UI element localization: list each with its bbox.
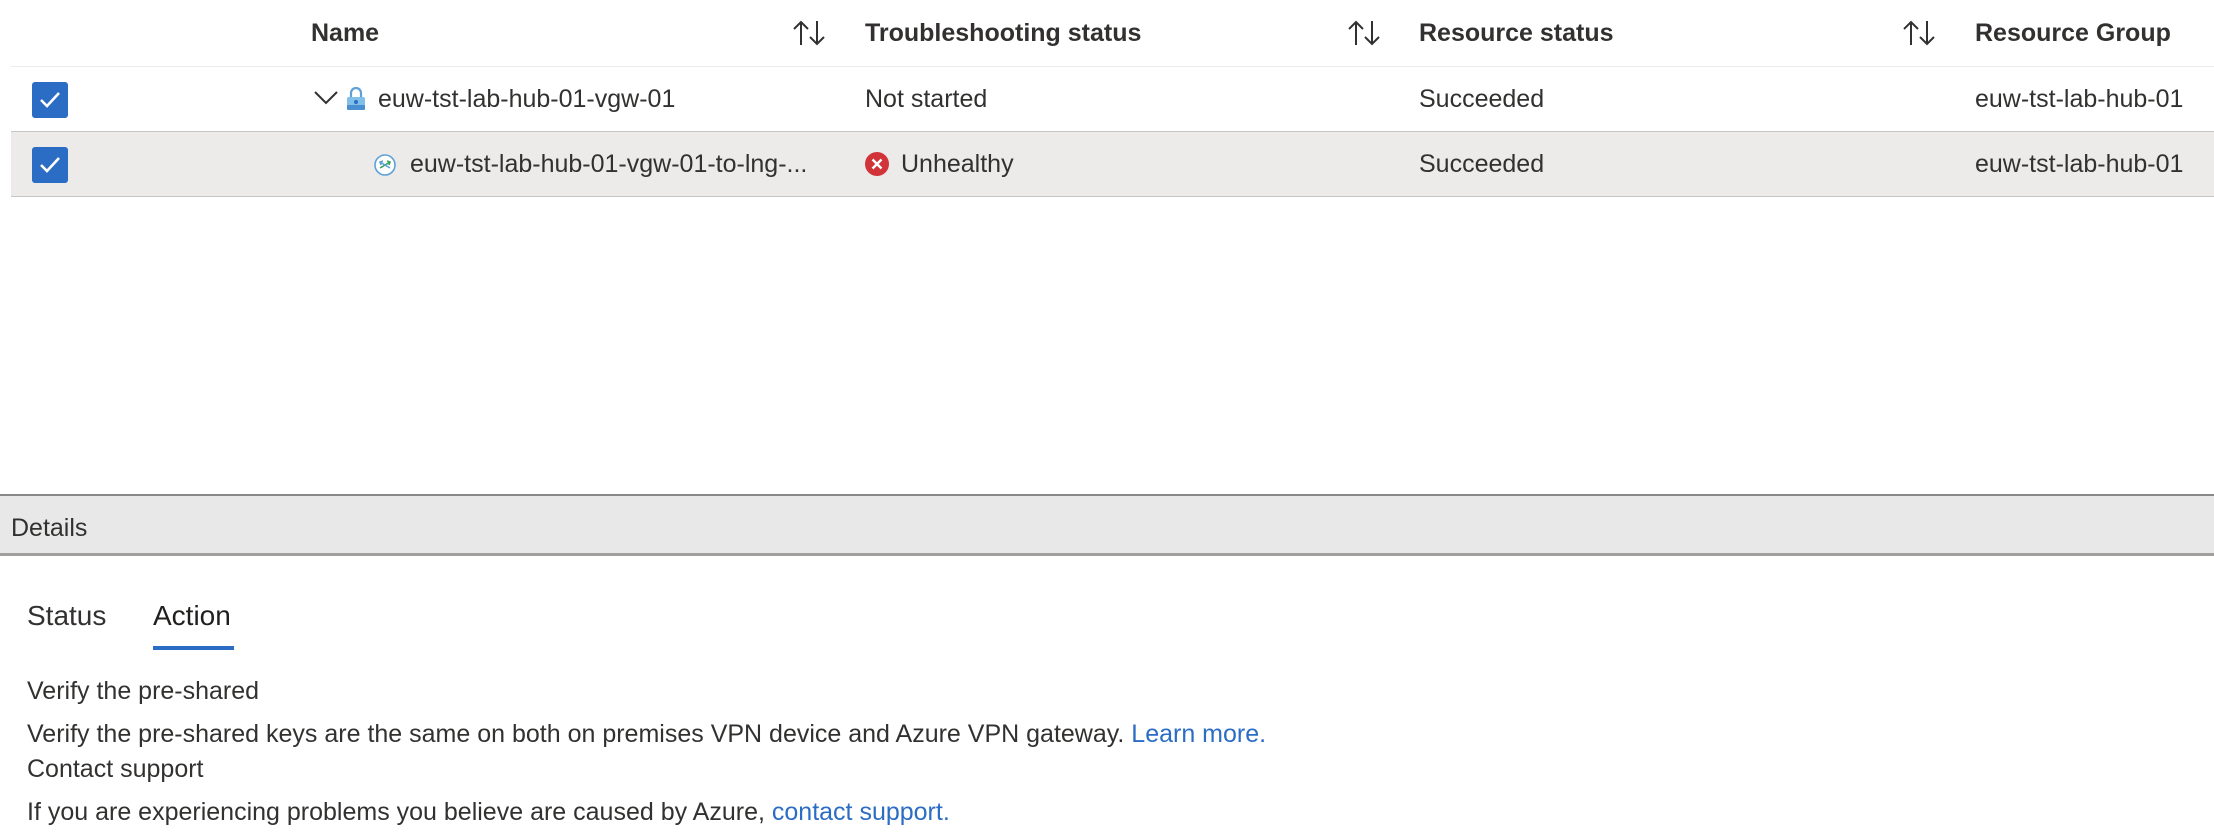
error-circle-icon xyxy=(865,152,889,176)
tab-status[interactable]: Status xyxy=(27,596,106,636)
sort-arrows-icon[interactable] xyxy=(1347,18,1381,48)
table-row[interactable]: euw-tst-lab-hub-01-vgw-01-to-lng-... Unh… xyxy=(11,131,2214,197)
row-checkbox[interactable] xyxy=(32,147,68,183)
cell-resource-group[interactable]: euw-tst-lab-hub-01 xyxy=(1975,67,2183,131)
checkmark-icon xyxy=(40,157,60,173)
action-text-support: If you are experiencing problems you bel… xyxy=(27,798,950,827)
tab-action[interactable]: Action xyxy=(153,596,231,636)
vpn-gateway-icon xyxy=(347,86,365,110)
cell-troubleshooting-status: Not started xyxy=(865,85,988,113)
contact-support-link[interactable]: contact support. xyxy=(772,798,950,826)
row-checkbox[interactable] xyxy=(32,82,68,118)
cell-resource-status: Succeeded xyxy=(1419,150,1545,178)
action-heading-support: Contact support xyxy=(27,755,204,783)
cell-troubleshooting-status: Unhealthy xyxy=(901,150,1014,178)
action-text-support-body: If you are experiencing problems you bel… xyxy=(27,798,765,826)
chevron-down-icon[interactable] xyxy=(313,89,339,107)
resource-grid: Name Troubleshooting status Resource sta… xyxy=(11,0,2214,495)
checkmark-icon xyxy=(40,92,60,108)
grid-header: Name Troubleshooting status Resource sta… xyxy=(11,0,2214,67)
table-row[interactable]: euw-tst-lab-hub-01-vgw-01 Not started Su… xyxy=(11,67,2214,132)
learn-more-link[interactable]: Learn more. xyxy=(1131,720,1266,748)
active-tab-indicator xyxy=(153,646,234,650)
action-heading-verify: Verify the pre-shared xyxy=(27,677,260,705)
connection-icon xyxy=(374,154,396,176)
details-title: Details xyxy=(11,514,88,542)
details-header-bar: Details xyxy=(0,496,2214,556)
cell-resource-status: Succeeded xyxy=(1419,85,1545,113)
cell-resource-group[interactable]: euw-tst-lab-hub-01 xyxy=(1975,132,2183,196)
sort-arrows-icon[interactable] xyxy=(1902,18,1936,48)
cell-name[interactable]: euw-tst-lab-hub-01-vgw-01 xyxy=(378,67,675,131)
column-header-name[interactable]: Name xyxy=(311,0,379,66)
action-text-verify-body: Verify the pre-shared keys are the same … xyxy=(27,720,1125,748)
column-header-resource-status[interactable]: Resource status xyxy=(1419,0,1614,66)
column-header-troubleshooting-status[interactable]: Troubleshooting status xyxy=(865,0,1141,66)
column-header-resource-group[interactable]: Resource Group xyxy=(1975,0,2171,66)
cell-name[interactable]: euw-tst-lab-hub-01-vgw-01-to-lng-... xyxy=(410,132,807,196)
action-text-verify: Verify the pre-shared keys are the same … xyxy=(27,720,1266,749)
sort-arrows-icon[interactable] xyxy=(792,18,826,48)
